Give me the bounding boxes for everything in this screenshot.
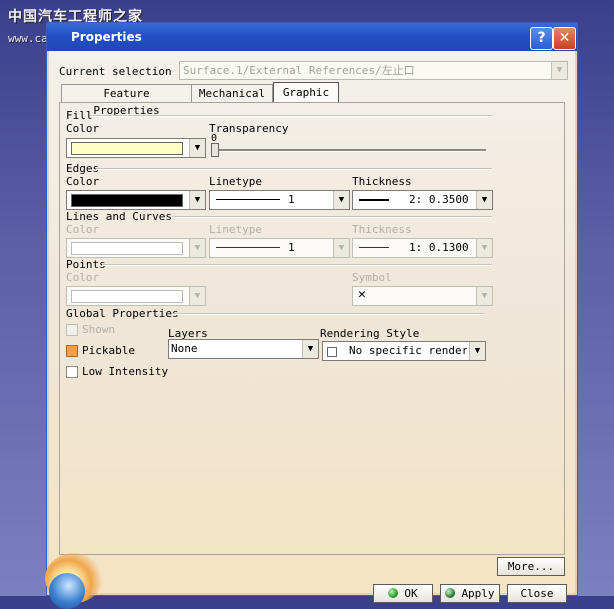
points-color-swatch	[71, 290, 183, 303]
thickness-sample	[359, 247, 389, 248]
lines-color-swatch	[71, 242, 183, 255]
lines-thickness-combo[interactable]: 1: 0.1300 m ▼	[352, 238, 493, 258]
fill-color-combo[interactable]: ▼	[66, 138, 206, 158]
help-button[interactable]: ?	[530, 27, 553, 50]
low-intensity-checkbox[interactable]	[66, 366, 78, 378]
edges-thickness-label: Thickness	[352, 175, 412, 188]
tab-feature-properties[interactable]: Feature Properties	[61, 84, 192, 117]
lines-linetype-label: Linetype	[209, 223, 262, 236]
ok-label: OK	[404, 587, 418, 600]
fill-section-label: Fill	[66, 109, 93, 122]
edges-color-combo[interactable]: ▼	[66, 190, 206, 210]
lines-thickness-value: 1: 0.1300 m	[409, 241, 473, 254]
current-selection-value: Surface.1/External References/左止口	[183, 64, 415, 77]
pickable-checkbox[interactable]	[66, 345, 78, 357]
chevron-down-icon: ▼	[469, 342, 485, 360]
linetype-sample	[216, 199, 280, 200]
edges-linetype-combo[interactable]: 1 ▼	[209, 190, 350, 210]
edges-color-swatch	[71, 194, 183, 207]
ok-button[interactable]: OK	[373, 584, 433, 603]
edges-color-label: Color	[66, 175, 100, 188]
transparency-label: Transparency	[209, 122, 289, 135]
tab-mechanical[interactable]: Mechanical	[191, 84, 273, 102]
fill-divider	[90, 115, 492, 117]
rendering-style-combo[interactable]: No specific renderin ▼	[322, 341, 486, 361]
rendering-style-value: No specific renderin	[349, 344, 467, 357]
apply-status-icon	[445, 588, 456, 598]
points-section-label: Points	[66, 258, 106, 271]
edges-linetype-value: 1	[288, 193, 295, 206]
chevron-down-icon: ▼	[476, 191, 492, 209]
chevron-down-icon: ▼	[189, 239, 205, 257]
edges-thickness-value: 2: 0.3500 m	[409, 193, 473, 206]
thickness-sample	[359, 199, 389, 201]
chevron-down-icon: ▼	[476, 287, 492, 305]
apply-button[interactable]: Apply	[440, 584, 500, 603]
lines-color-combo[interactable]: ▼	[66, 238, 206, 258]
points-symbol-combo[interactable]: ✕ ▼	[352, 286, 493, 306]
points-symbol-label: Symbol	[352, 271, 392, 284]
low-intensity-label: Low Intensity	[82, 365, 169, 378]
chevron-down-icon: ▼	[333, 239, 349, 257]
dialog-body: Current selection : Surface.1/External R…	[45, 51, 575, 609]
global-section-label: Global Properties	[66, 307, 179, 320]
tab-graphic[interactable]: Graphic	[273, 82, 339, 103]
points-divider	[102, 264, 492, 266]
graphic-panel: Fill Color ▼ Transparency 0 Edges Color …	[59, 102, 565, 555]
current-selection-label: Current selection :	[59, 65, 185, 78]
transparency-slider-track[interactable]	[212, 149, 486, 152]
apply-label: Apply	[461, 587, 495, 600]
layers-combo[interactable]: None ▼	[168, 339, 319, 359]
edges-linetype-label: Linetype	[209, 175, 262, 188]
points-color-label: Color	[66, 271, 100, 284]
globe-icon	[49, 573, 85, 609]
more-button[interactable]: More...	[497, 557, 565, 576]
chevron-down-icon: ▼	[189, 287, 205, 305]
lines-linetype-combo[interactable]: 1 ▼	[209, 238, 350, 258]
fill-color-label: Color	[66, 122, 100, 135]
close-window-button[interactable]: ✕	[553, 27, 576, 50]
close-button[interactable]: Close	[507, 584, 567, 603]
shown-label: Shown	[82, 323, 116, 336]
lines-color-label: Color	[66, 223, 100, 236]
lines-thickness-label: Thickness	[352, 223, 412, 236]
chevron-down-icon: ▼	[302, 340, 318, 358]
transparency-slider-thumb[interactable]	[211, 143, 219, 157]
shown-checkbox[interactable]	[66, 324, 78, 336]
edges-section-label: Edges	[66, 162, 100, 175]
current-selection-field[interactable]: Surface.1/External References/左止口 ▼	[179, 61, 568, 80]
lines-curves-divider	[172, 216, 492, 218]
lines-curves-section-label: Lines and Curves	[66, 210, 172, 223]
properties-dialog: Properties ? ✕ Current selection : Surfa…	[45, 22, 578, 609]
chevron-down-icon: ▼	[476, 239, 492, 257]
points-color-combo[interactable]: ▼	[66, 286, 206, 306]
chevron-down-icon: ▼	[551, 62, 567, 79]
rendering-style-label: Rendering Style	[320, 327, 420, 340]
fill-color-swatch	[71, 142, 183, 155]
ok-status-icon	[388, 588, 399, 598]
title-bar[interactable]: Properties ? ✕	[47, 23, 577, 51]
chevron-down-icon: ▼	[189, 139, 205, 157]
pickable-label: Pickable	[82, 344, 135, 357]
global-divider	[172, 313, 484, 315]
chevron-down-icon: ▼	[189, 191, 205, 209]
dialog-title: Properties	[71, 30, 142, 44]
edges-thickness-combo[interactable]: 2: 0.3500 m ▼	[352, 190, 493, 210]
layers-value: None	[171, 342, 198, 355]
edges-divider	[96, 168, 492, 170]
chevron-down-icon: ▼	[333, 191, 349, 209]
rendering-style-icon	[327, 347, 337, 357]
cross-symbol-icon: ✕	[358, 287, 366, 302]
lines-linetype-value: 1	[288, 241, 295, 254]
linetype-sample	[216, 247, 280, 248]
